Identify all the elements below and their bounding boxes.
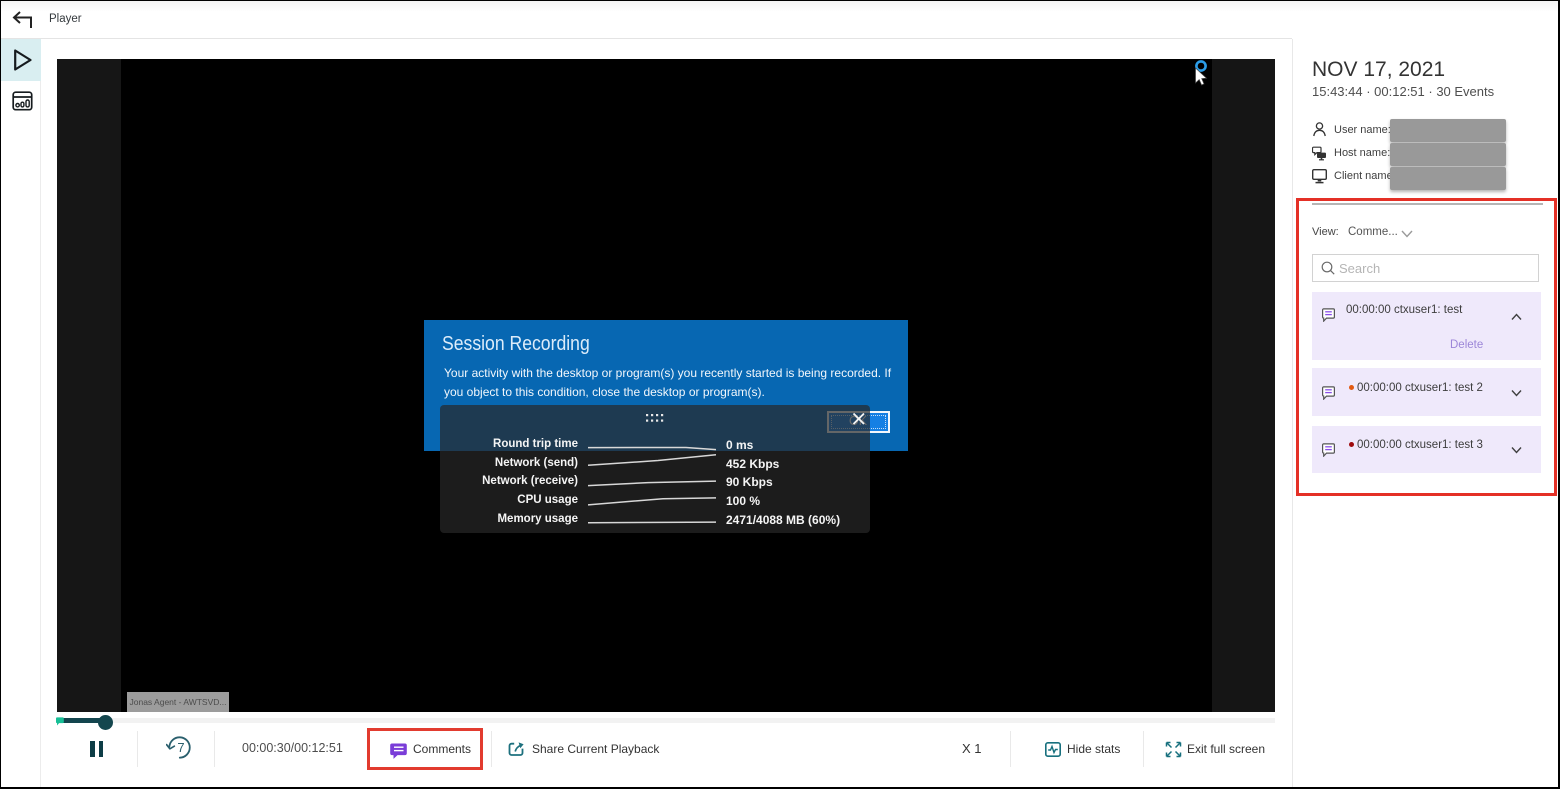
svg-text:7: 7	[177, 740, 184, 755]
